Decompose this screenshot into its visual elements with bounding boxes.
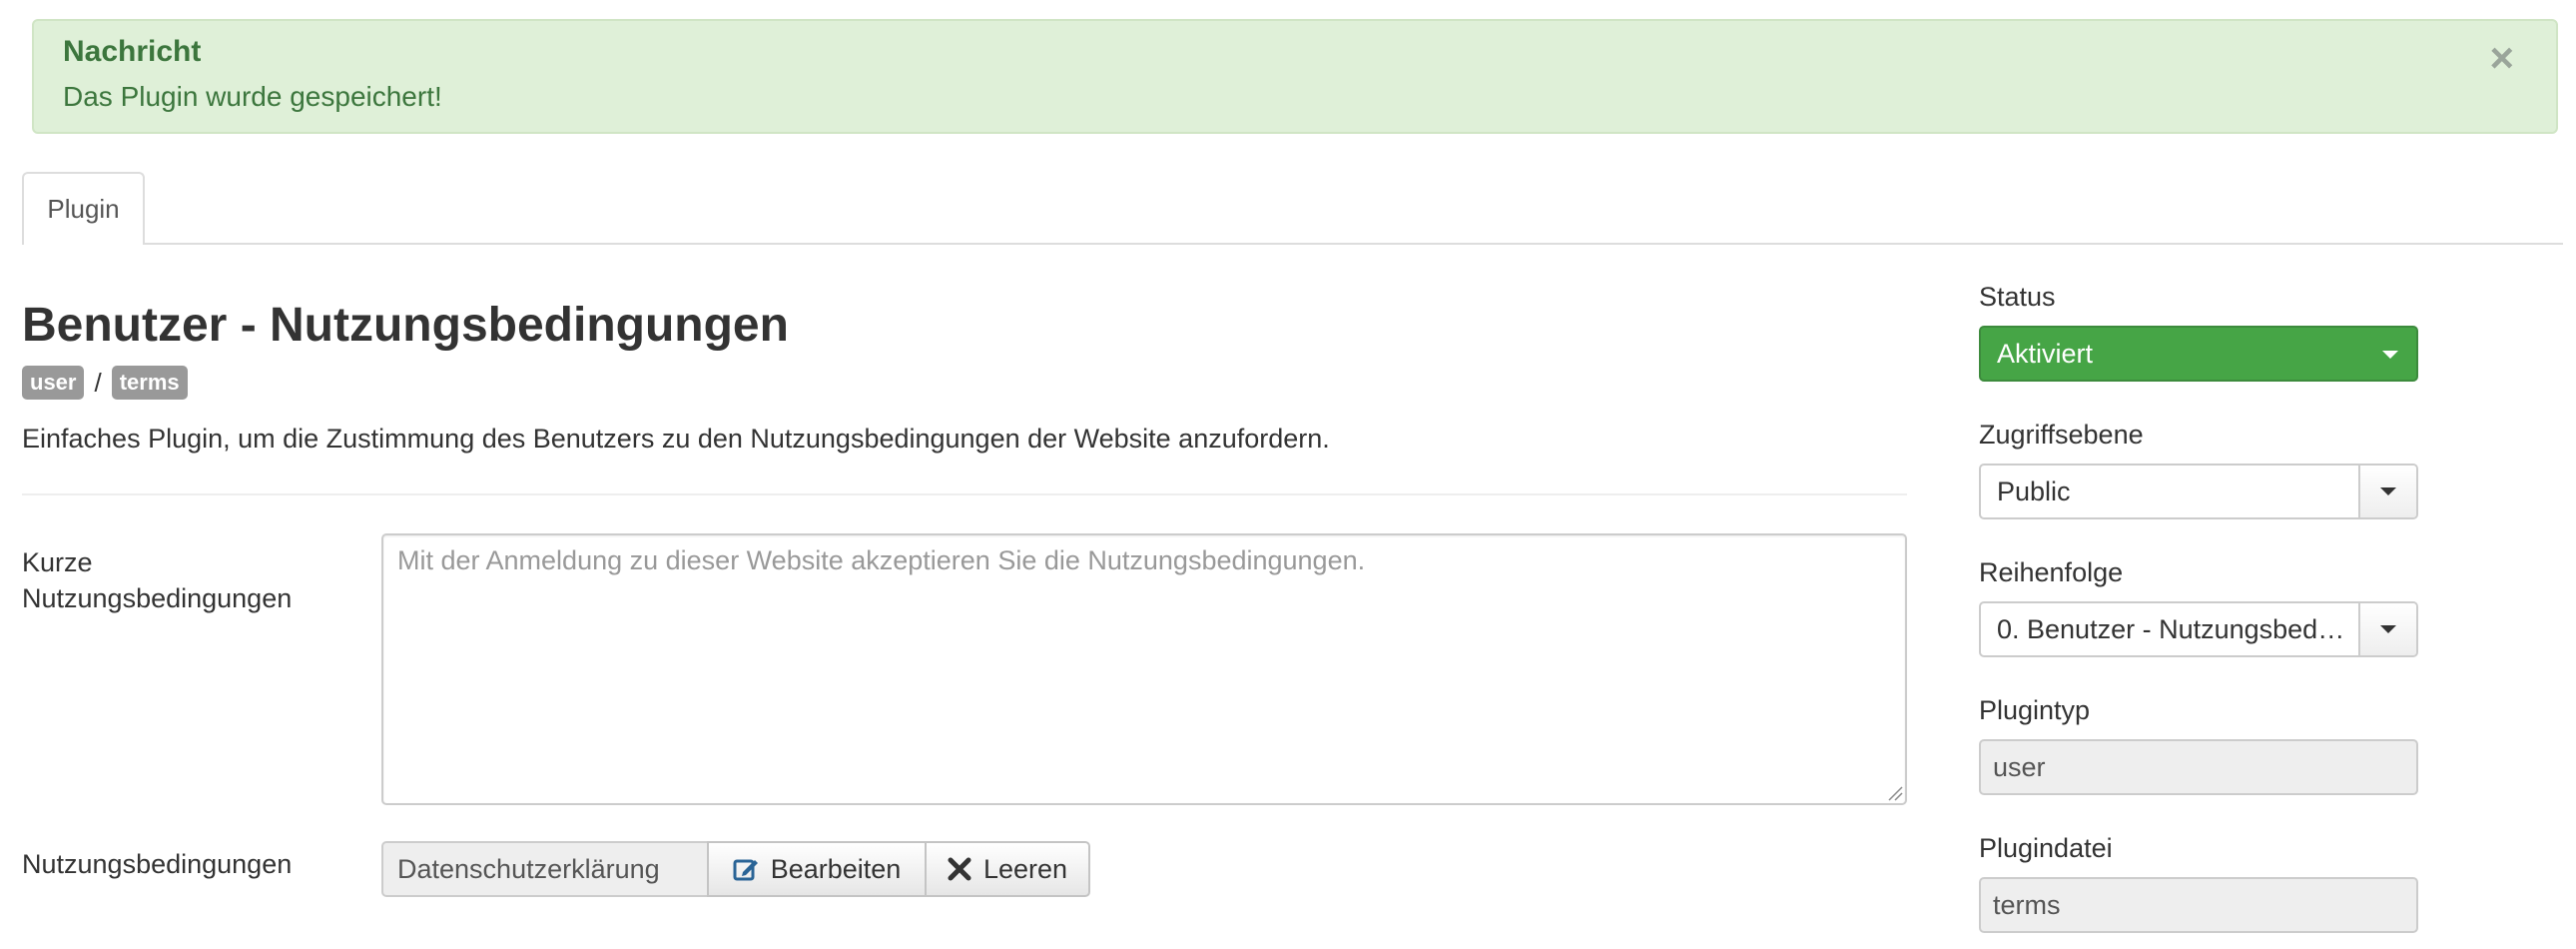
access-value: Public (1997, 475, 2071, 506)
badge-separator: / (94, 367, 102, 398)
chevron-down-icon (2380, 487, 2396, 495)
ordering-value: 0. Benutzer - Nutzungsbedingungen (1997, 613, 2346, 644)
alert-message: Das Plugin wurde gespeichert! (63, 81, 442, 112)
plugin-type-field: user (1979, 739, 2418, 795)
close-icon (948, 857, 971, 881)
alert-title: Nachricht (63, 35, 202, 68)
clear-button[interactable]: Leeren (925, 841, 1090, 897)
plugin-file-label: Plugindatei (1979, 833, 2113, 863)
tab-plugin[interactable]: Plugin (22, 172, 145, 245)
close-icon[interactable]: × (2489, 37, 2514, 79)
edit-button-label: Bearbeiten (770, 853, 902, 884)
access-select[interactable]: Public (1979, 464, 2418, 519)
plugin-file-field: terms (1979, 877, 2418, 933)
status-select[interactable]: Aktiviert (1979, 326, 2418, 382)
short-terms-label: Kurze Nutzungsbedingungen (22, 547, 293, 613)
success-alert: Nachricht Das Plugin wurde gespeichert! … (32, 19, 2558, 134)
ordering-dropdown-toggle[interactable] (2358, 603, 2416, 655)
plugin-description: Einfaches Plugin, um die Zustimmung des … (22, 424, 1330, 454)
terms-article-field: Datenschutzerklärung (381, 841, 709, 897)
status-label: Status (1979, 282, 2056, 312)
divider (22, 493, 1907, 495)
access-dropdown-toggle[interactable] (2358, 466, 2416, 517)
terms-label: Nutzungsbedingungen (22, 849, 293, 879)
status-value: Aktiviert (1997, 338, 2094, 369)
plugin-file-value: terms (1993, 889, 2061, 920)
terms-article-value: Datenschutzerklärung (397, 853, 660, 884)
access-label: Zugriffsebene (1979, 420, 2144, 450)
ordering-label: Reihenfolge (1979, 557, 2124, 587)
short-terms-textarea[interactable] (381, 533, 1907, 805)
element-badge: terms (111, 366, 188, 400)
plugin-badges: user / terms (22, 366, 188, 400)
page-title: Benutzer - Nutzungsbedingungen (22, 299, 789, 352)
folder-badge: user (22, 366, 85, 400)
clear-button-label: Leeren (982, 853, 1068, 884)
plugin-type-label: Plugintyp (1979, 695, 2091, 725)
edit-button[interactable]: Bearbeiten (707, 841, 927, 897)
edit-icon (733, 859, 758, 881)
ordering-select[interactable]: 0. Benutzer - Nutzungsbedingungen (1979, 601, 2418, 657)
plugin-type-value: user (1993, 751, 2046, 782)
chevron-down-icon (2380, 625, 2396, 633)
tabs-divider (22, 243, 2563, 245)
chevron-down-icon (2382, 351, 2398, 359)
